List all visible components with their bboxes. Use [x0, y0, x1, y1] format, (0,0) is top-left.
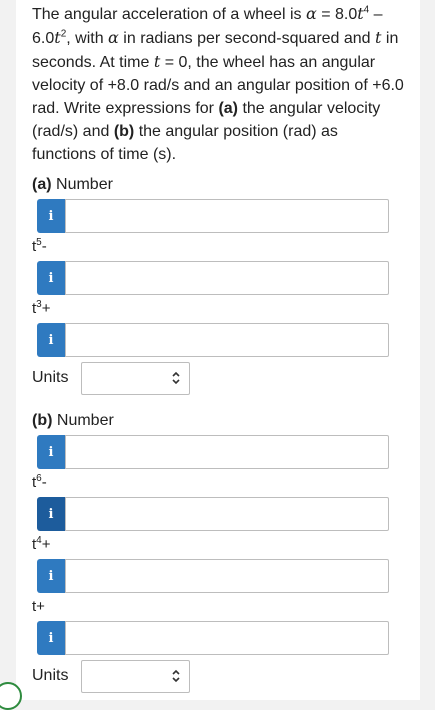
part-b-term-1-label: t6- [32, 473, 47, 492]
part-b-coef-3-input[interactable] [65, 559, 389, 593]
part-a-term-2-label: t3+ [32, 299, 51, 318]
info-icon[interactable]: i [37, 199, 65, 233]
info-icon[interactable]: i [37, 559, 65, 593]
part-a-units-select[interactable] [81, 362, 190, 395]
info-icon[interactable]: i [37, 621, 65, 655]
part-b-units-label: Units [32, 667, 69, 684]
info-icon[interactable]: i [37, 497, 65, 531]
part-b-coef-1-input[interactable] [65, 435, 389, 469]
part-b-coef-2-input[interactable] [65, 497, 389, 531]
part-a-label: (a) Number [32, 176, 113, 193]
part-a-term-1-label: t5- [32, 237, 47, 256]
part-b-label: (b) Number [32, 412, 114, 429]
part-b-term-2-label: t4+ [32, 535, 51, 554]
chevron-up-down-icon [172, 371, 180, 385]
part-b-coef-4-input[interactable] [65, 621, 389, 655]
part-a-coef-3-input[interactable] [65, 323, 389, 357]
part-b-units-select[interactable] [81, 660, 190, 693]
chevron-up-down-icon [172, 669, 180, 683]
part-a-coef-2-input[interactable] [65, 261, 389, 295]
part-b-term-3-label: t+ [32, 598, 45, 615]
info-icon[interactable]: i [37, 261, 65, 295]
question-text: The angular acceleration of a wheel is α… [32, 4, 404, 163]
info-icon[interactable]: i [37, 435, 65, 469]
part-a-units-label: Units [32, 369, 69, 386]
avatar[interactable] [0, 682, 22, 710]
info-icon[interactable]: i [37, 323, 65, 357]
part-a-coef-1-input[interactable] [65, 199, 389, 233]
